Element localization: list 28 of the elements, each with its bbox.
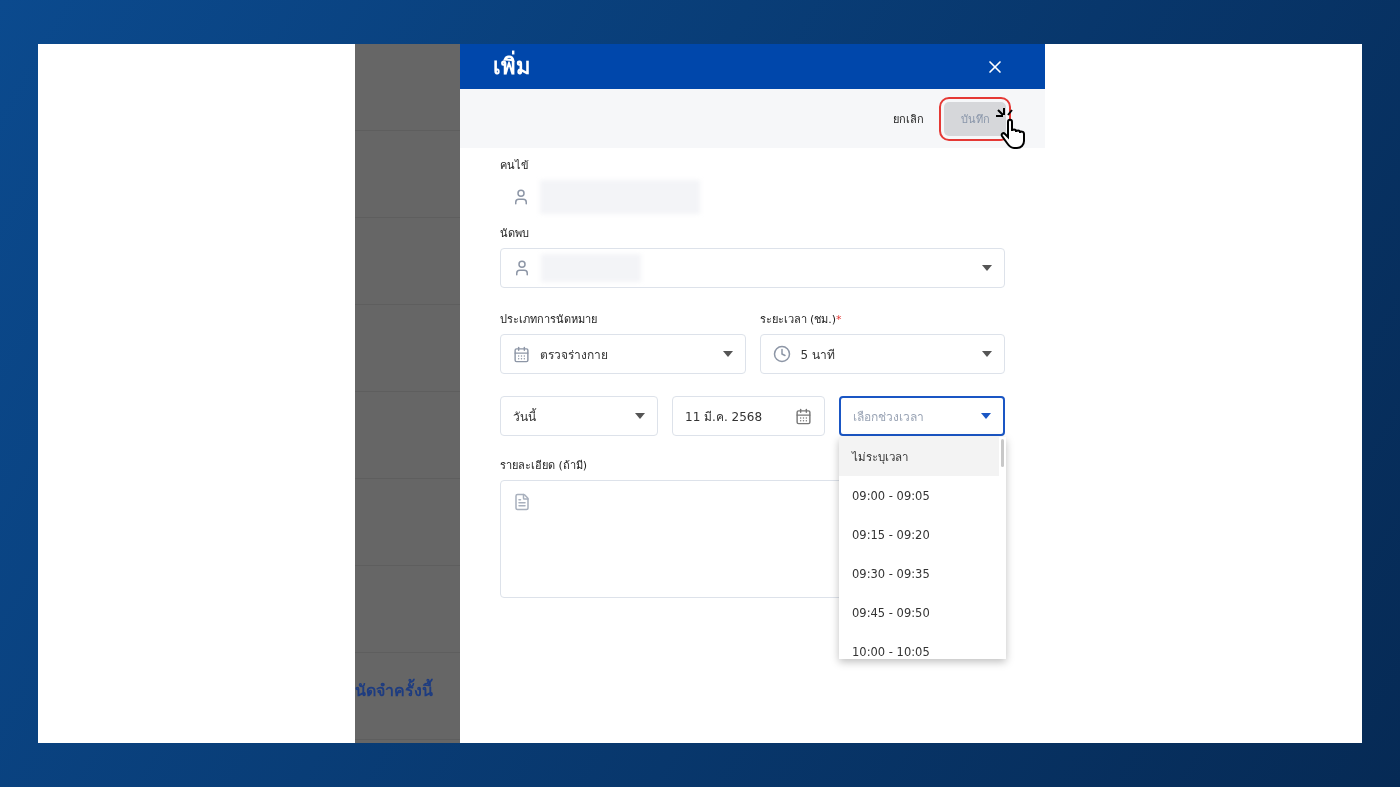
calendar-icon (513, 345, 530, 363)
document-icon (513, 493, 531, 511)
duration-select[interactable]: 5 นาที (759, 334, 1005, 374)
caret-icon (981, 413, 991, 419)
required-mark: * (836, 313, 842, 326)
caret-icon (635, 413, 645, 419)
person-icon (513, 259, 531, 277)
field-label: คนไข้ (500, 158, 529, 174)
person-icon (512, 188, 530, 206)
caret-icon (982, 265, 992, 271)
appointment-type-select[interactable]: ตรวจร่างกาย (500, 334, 746, 374)
calendar-icon (795, 407, 813, 425)
field-label: ระยะเวลา (ชม.)* (759, 312, 842, 328)
scrollbar[interactable] (1001, 439, 1004, 467)
time-slot-option[interactable]: ไม่ระบุเวลา (839, 437, 999, 476)
clock-icon (772, 345, 791, 363)
caret-icon (982, 351, 992, 357)
caret-icon (722, 351, 733, 357)
doctor-select[interactable] (500, 248, 1005, 288)
field-label: นัดพบ (500, 226, 529, 242)
section-heading: นัดจำครั้งนี้ (355, 678, 460, 703)
day-select[interactable]: วันนี้ (500, 396, 658, 436)
date-field[interactable]: 11 มี.ค. 2568 (672, 396, 826, 436)
panel-title: เพิ่ม (493, 49, 531, 84)
time-slot-option[interactable]: 10:00 - 10:05 (839, 632, 999, 659)
field-label: ประเภทการนัดหมาย (500, 312, 597, 328)
field-label: รายละเอียด (ถ้ามี) (500, 458, 588, 474)
cancel-button[interactable]: ยกเลิก (887, 103, 930, 134)
